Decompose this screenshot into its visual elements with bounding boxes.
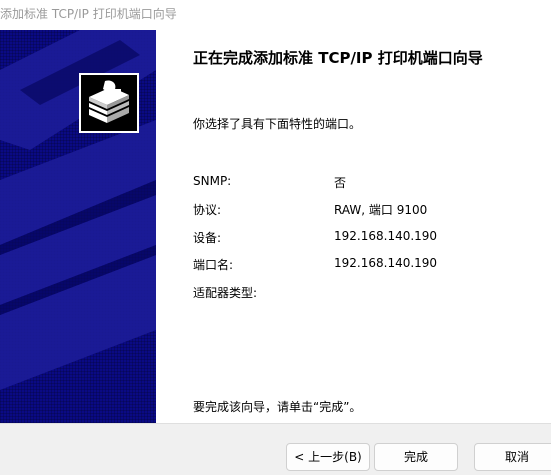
wizard-content: 正在完成添加标准 TCP/IP 打印机端口向导 你选择了具有下面特性的端口。 S… [156, 30, 551, 423]
finish-button[interactable]: 完成 [374, 443, 458, 471]
title-bar[interactable]: 添加标准 TCP/IP 打印机端口向导 [0, 0, 551, 30]
wizard-window: 添加标准 TCP/IP 打印机端口向导 正在完成添加标准 TCP/IP 打印机端… [0, 0, 551, 475]
property-row-device: 设备: 192.168.140.190 [193, 229, 533, 247]
property-row-protocol: 协议: RAW, 端口 9100 [193, 201, 533, 219]
property-row-port-name: 端口名: 192.168.140.190 [193, 256, 533, 274]
property-label: 适配器类型: [193, 286, 258, 300]
property-label: 端口名: [193, 258, 234, 272]
printer-wizard-icon [79, 73, 139, 133]
property-row-adapter-type: 适配器类型: [193, 284, 533, 302]
back-button[interactable]: < 上一步(B) [286, 443, 370, 471]
page-title: 正在完成添加标准 TCP/IP 打印机端口向导 [193, 49, 483, 67]
cancel-button[interactable]: 取消 [474, 443, 551, 471]
window-title: 添加标准 TCP/IP 打印机端口向导 [0, 7, 177, 21]
property-value: 192.168.140.190 [334, 229, 438, 243]
button-bar: < 上一步(B) 完成 取消 [0, 423, 551, 475]
property-value: RAW, 端口 9100 [334, 203, 428, 217]
property-row-snmp: SNMP: 否 [193, 174, 533, 192]
wizard-banner [0, 30, 156, 423]
finish-hint: 要完成该向导，请单击“完成”。 [193, 400, 362, 414]
property-label: 协议: [193, 203, 222, 217]
property-value: 否 [334, 176, 347, 190]
intro-text: 你选择了具有下面特性的端口。 [193, 117, 362, 131]
property-label: 设备: [193, 231, 222, 245]
property-value: 192.168.140.190 [334, 256, 438, 270]
property-label: SNMP: [193, 174, 232, 188]
